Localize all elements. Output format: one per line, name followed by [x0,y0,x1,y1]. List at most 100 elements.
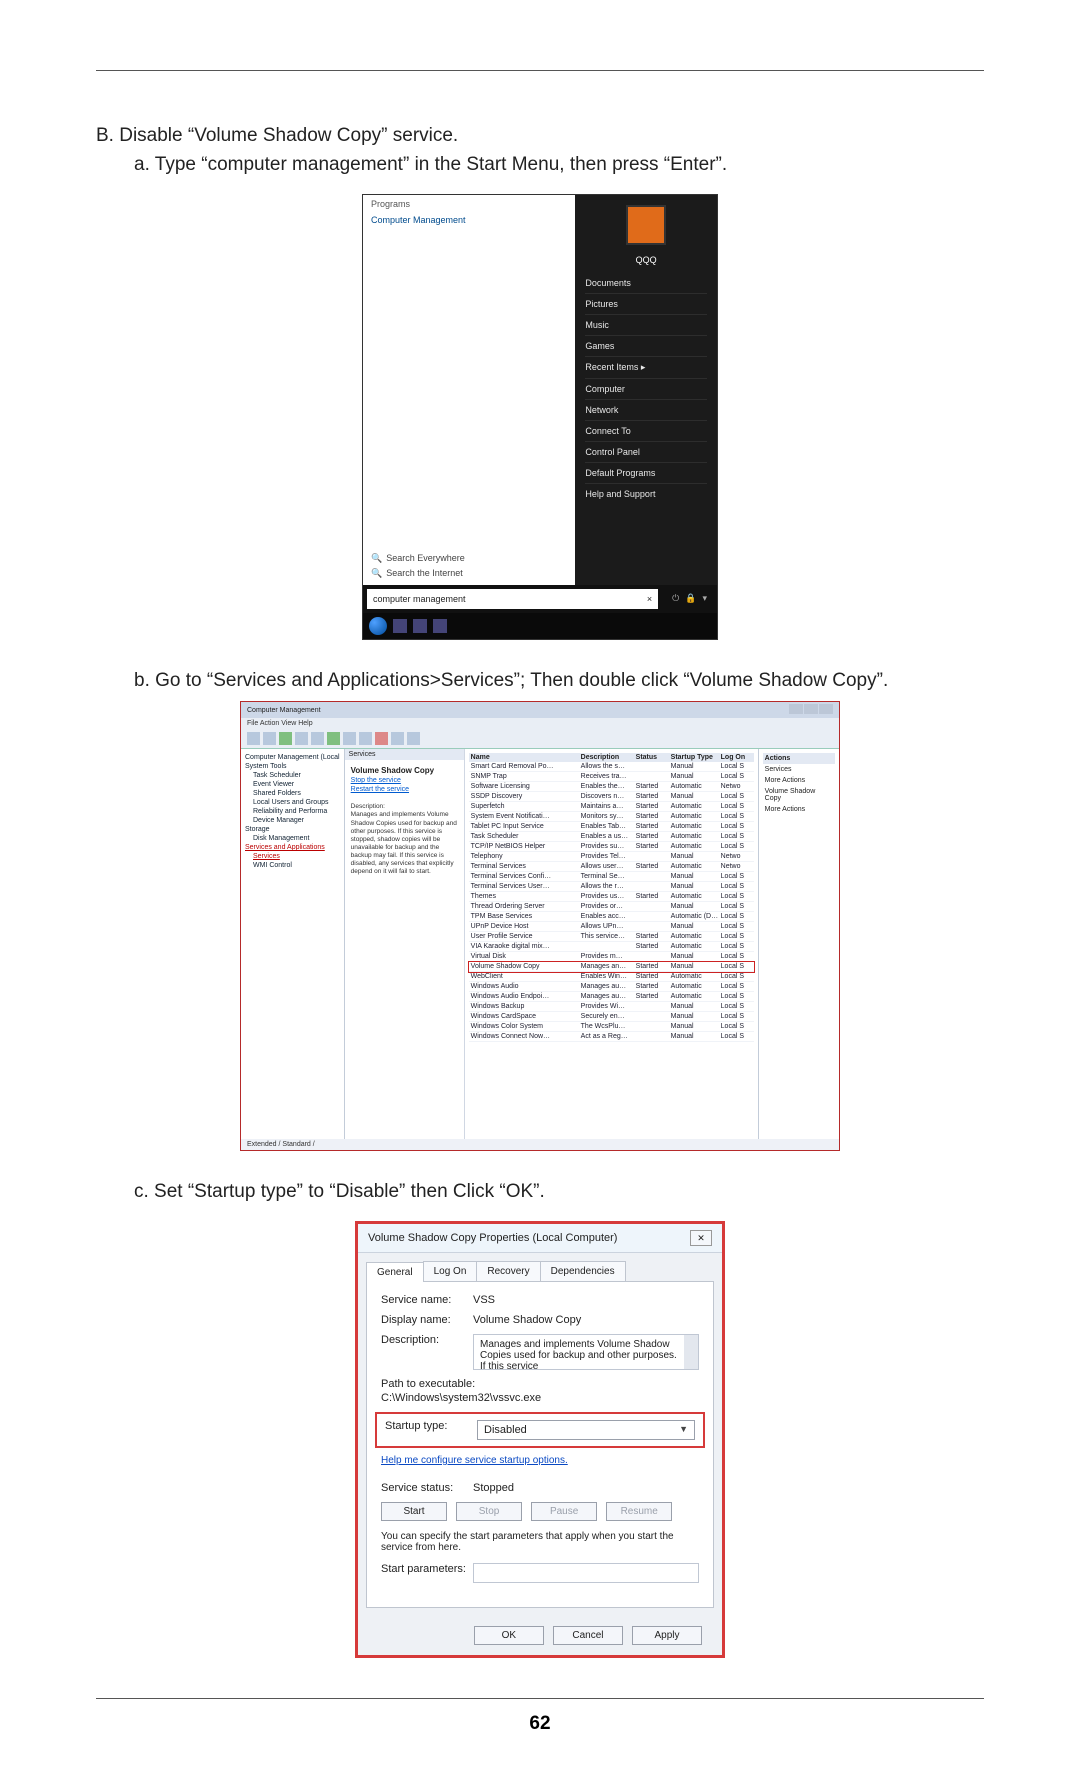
actions-item[interactable]: More Actions [763,804,835,815]
table-row[interactable]: WebClientEnables Win…StartedAutomaticLoc… [469,972,754,982]
tree-node[interactable]: Disk Management [245,834,340,843]
stop-service-link[interactable]: Stop the service [351,777,458,784]
actions-item[interactable]: More Actions [763,775,835,786]
table-row[interactable]: Tablet PC Input ServiceEnables Tab…Start… [469,822,754,832]
startmenu-link[interactable]: Documents [585,273,707,293]
power-icon[interactable]: ⏻ [672,593,679,604]
taskbar-icon[interactable] [393,619,407,633]
clear-icon[interactable]: × [647,594,652,604]
startmenu-link[interactable]: Connect To [585,420,707,441]
table-row[interactable]: Terminal Services User…Allows the r…Manu… [469,882,754,892]
screenshot-service-properties: Volume Shadow Copy Properties (Local Com… [355,1221,725,1658]
table-row[interactable]: TelephonyProvides Tel…ManualNetwo [469,852,754,862]
table-row[interactable]: VIA Karaoke digital mix…StartedAutomatic… [469,942,754,952]
table-row[interactable]: Volume Shadow CopyManages an…StartedManu… [469,962,754,972]
services-table-header[interactable]: NameDescription StatusStartup Type Log O… [469,753,754,762]
startmenu-link[interactable]: Games [585,335,707,356]
table-row[interactable]: SNMP TrapReceives tra…ManualLocal S [469,772,754,782]
table-row[interactable]: User Profile ServiceThis service…Started… [469,932,754,942]
nav-tree[interactable]: Computer Management (LocalSystem ToolsTa… [241,749,345,1139]
table-row[interactable]: SSDP DiscoveryDiscovers n…StartedManualL… [469,792,754,802]
tree-node[interactable]: Shared Folders [245,789,340,798]
tab-general[interactable]: General [366,1262,424,1282]
taskbar-icon[interactable] [433,619,447,633]
tab-dependencies[interactable]: Dependencies [540,1261,626,1281]
window-buttons[interactable] [788,704,833,716]
startmenu-link[interactable]: Computer [585,378,707,399]
tree-node[interactable]: Device Manager [245,816,340,825]
step-B: B. Disable “Volume Shadow Copy” service. [96,121,984,150]
tab-logon[interactable]: Log On [423,1261,478,1281]
right-links: DocumentsPicturesMusicGamesRecent Items … [585,273,707,504]
table-row[interactable]: SuperfetchMaintains a…StartedAutomaticLo… [469,802,754,812]
description-box[interactable]: Manages and implements Volume Shadow Cop… [473,1334,699,1370]
table-row[interactable]: Windows CardSpaceSecurely en…ManualLocal… [469,1012,754,1022]
chevron-down-icon[interactable]: ▾ [702,593,707,604]
startmenu-link[interactable]: Help and Support [585,483,707,504]
label-path: Path to executable: [381,1378,699,1390]
table-row[interactable]: UPnP Device HostAllows UPn…ManualLocal S [469,922,754,932]
table-row[interactable]: Thread Ordering ServerProvides or…Manual… [469,902,754,912]
window-title: Computer Management [247,707,321,714]
restart-service-link[interactable]: Restart the service [351,786,458,793]
startup-type-select[interactable]: Disabled [477,1420,695,1440]
apply-button[interactable]: Apply [632,1626,702,1645]
tree-node[interactable]: Services and Applications [245,843,340,852]
start-orb[interactable] [369,617,387,635]
table-row[interactable]: Windows BackupProvides Wi…ManualLocal S [469,1002,754,1012]
search-internet[interactable]: 🔍Search the Internet [371,566,567,581]
tree-node[interactable]: Computer Management (Local [245,753,340,762]
table-row[interactable]: Terminal ServicesAllows user…StartedAuto… [469,862,754,872]
label-service-name: Service name: [381,1294,473,1306]
toolbar[interactable] [241,729,839,749]
startmenu-link[interactable]: Control Panel [585,441,707,462]
help-link[interactable]: Help me configure service startup option… [381,1455,568,1466]
table-row[interactable]: Windows Connect Now…Act as a Reg…ManualL… [469,1032,754,1042]
table-row[interactable]: TCP/IP NetBIOS HelperProvides su…Started… [469,842,754,852]
tree-node[interactable]: System Tools [245,762,340,771]
start-search-input[interactable]: computer management × [367,589,658,609]
table-row[interactable]: Software LicensingEnables the…StartedAut… [469,782,754,792]
user-avatar[interactable] [626,205,666,245]
table-row[interactable]: ThemesProvides us…StartedAutomaticLocal … [469,892,754,902]
start-params-input[interactable] [473,1563,699,1583]
program-item[interactable]: Computer Management [371,213,567,227]
tab-recovery[interactable]: Recovery [476,1261,540,1281]
tree-node[interactable]: Task Scheduler [245,771,340,780]
tree-node[interactable]: Event Viewer [245,780,340,789]
taskbar-icon[interactable] [413,619,427,633]
panel-heading: Services [345,749,464,760]
table-row[interactable]: System Event Notificati…Monitors sy…Star… [469,812,754,822]
close-icon[interactable]: ✕ [690,1230,712,1246]
table-row[interactable]: Virtual DiskProvides m…ManualLocal S [469,952,754,962]
tree-node[interactable]: Local Users and Groups [245,798,340,807]
lock-icon[interactable]: 🔒 [685,593,696,604]
table-row[interactable]: TPM Base ServicesEnables acc…Automatic (… [469,912,754,922]
startmenu-link[interactable]: Music [585,314,707,335]
resume-button: Resume [606,1502,672,1521]
bottom-tabs[interactable]: Extended / Standard / [241,1139,839,1150]
start-button[interactable]: Start [381,1502,447,1521]
table-row[interactable]: Windows Color SystemThe WcsPlu…ManualLoc… [469,1022,754,1032]
table-row[interactable]: Task SchedulerEnables a us…StartedAutoma… [469,832,754,842]
search-everywhere[interactable]: 🔍Search Everywhere [371,551,567,566]
tree-node[interactable]: Storage [245,825,340,834]
table-row[interactable]: Smart Card Removal Po…Allows the s…Manua… [469,762,754,772]
scrollbar[interactable] [684,1335,698,1369]
cancel-button[interactable]: Cancel [553,1626,623,1645]
startmenu-link[interactable]: Default Programs [585,462,707,483]
table-row[interactable]: Windows AudioManages au…StartedAutomatic… [469,982,754,992]
tree-node[interactable]: Services [245,852,340,861]
actions-item[interactable]: Services [763,764,835,775]
table-row[interactable]: Terminal Services Confi…Terminal Se…Manu… [469,872,754,882]
startmenu-link[interactable]: Recent Items ▸ [585,356,707,378]
menu-bar[interactable]: File Action View Help [241,718,839,729]
tree-node[interactable]: WMI Control [245,861,340,870]
table-row[interactable]: Windows Audio Endpoi…Manages au…StartedA… [469,992,754,1002]
step-a: a. Type “computer management” in the Sta… [134,150,984,179]
startmenu-link[interactable]: Pictures [585,293,707,314]
tree-node[interactable]: Reliability and Performa [245,807,340,816]
actions-item[interactable]: Volume Shadow Copy [763,786,835,804]
startmenu-link[interactable]: Network [585,399,707,420]
ok-button[interactable]: OK [474,1626,544,1645]
